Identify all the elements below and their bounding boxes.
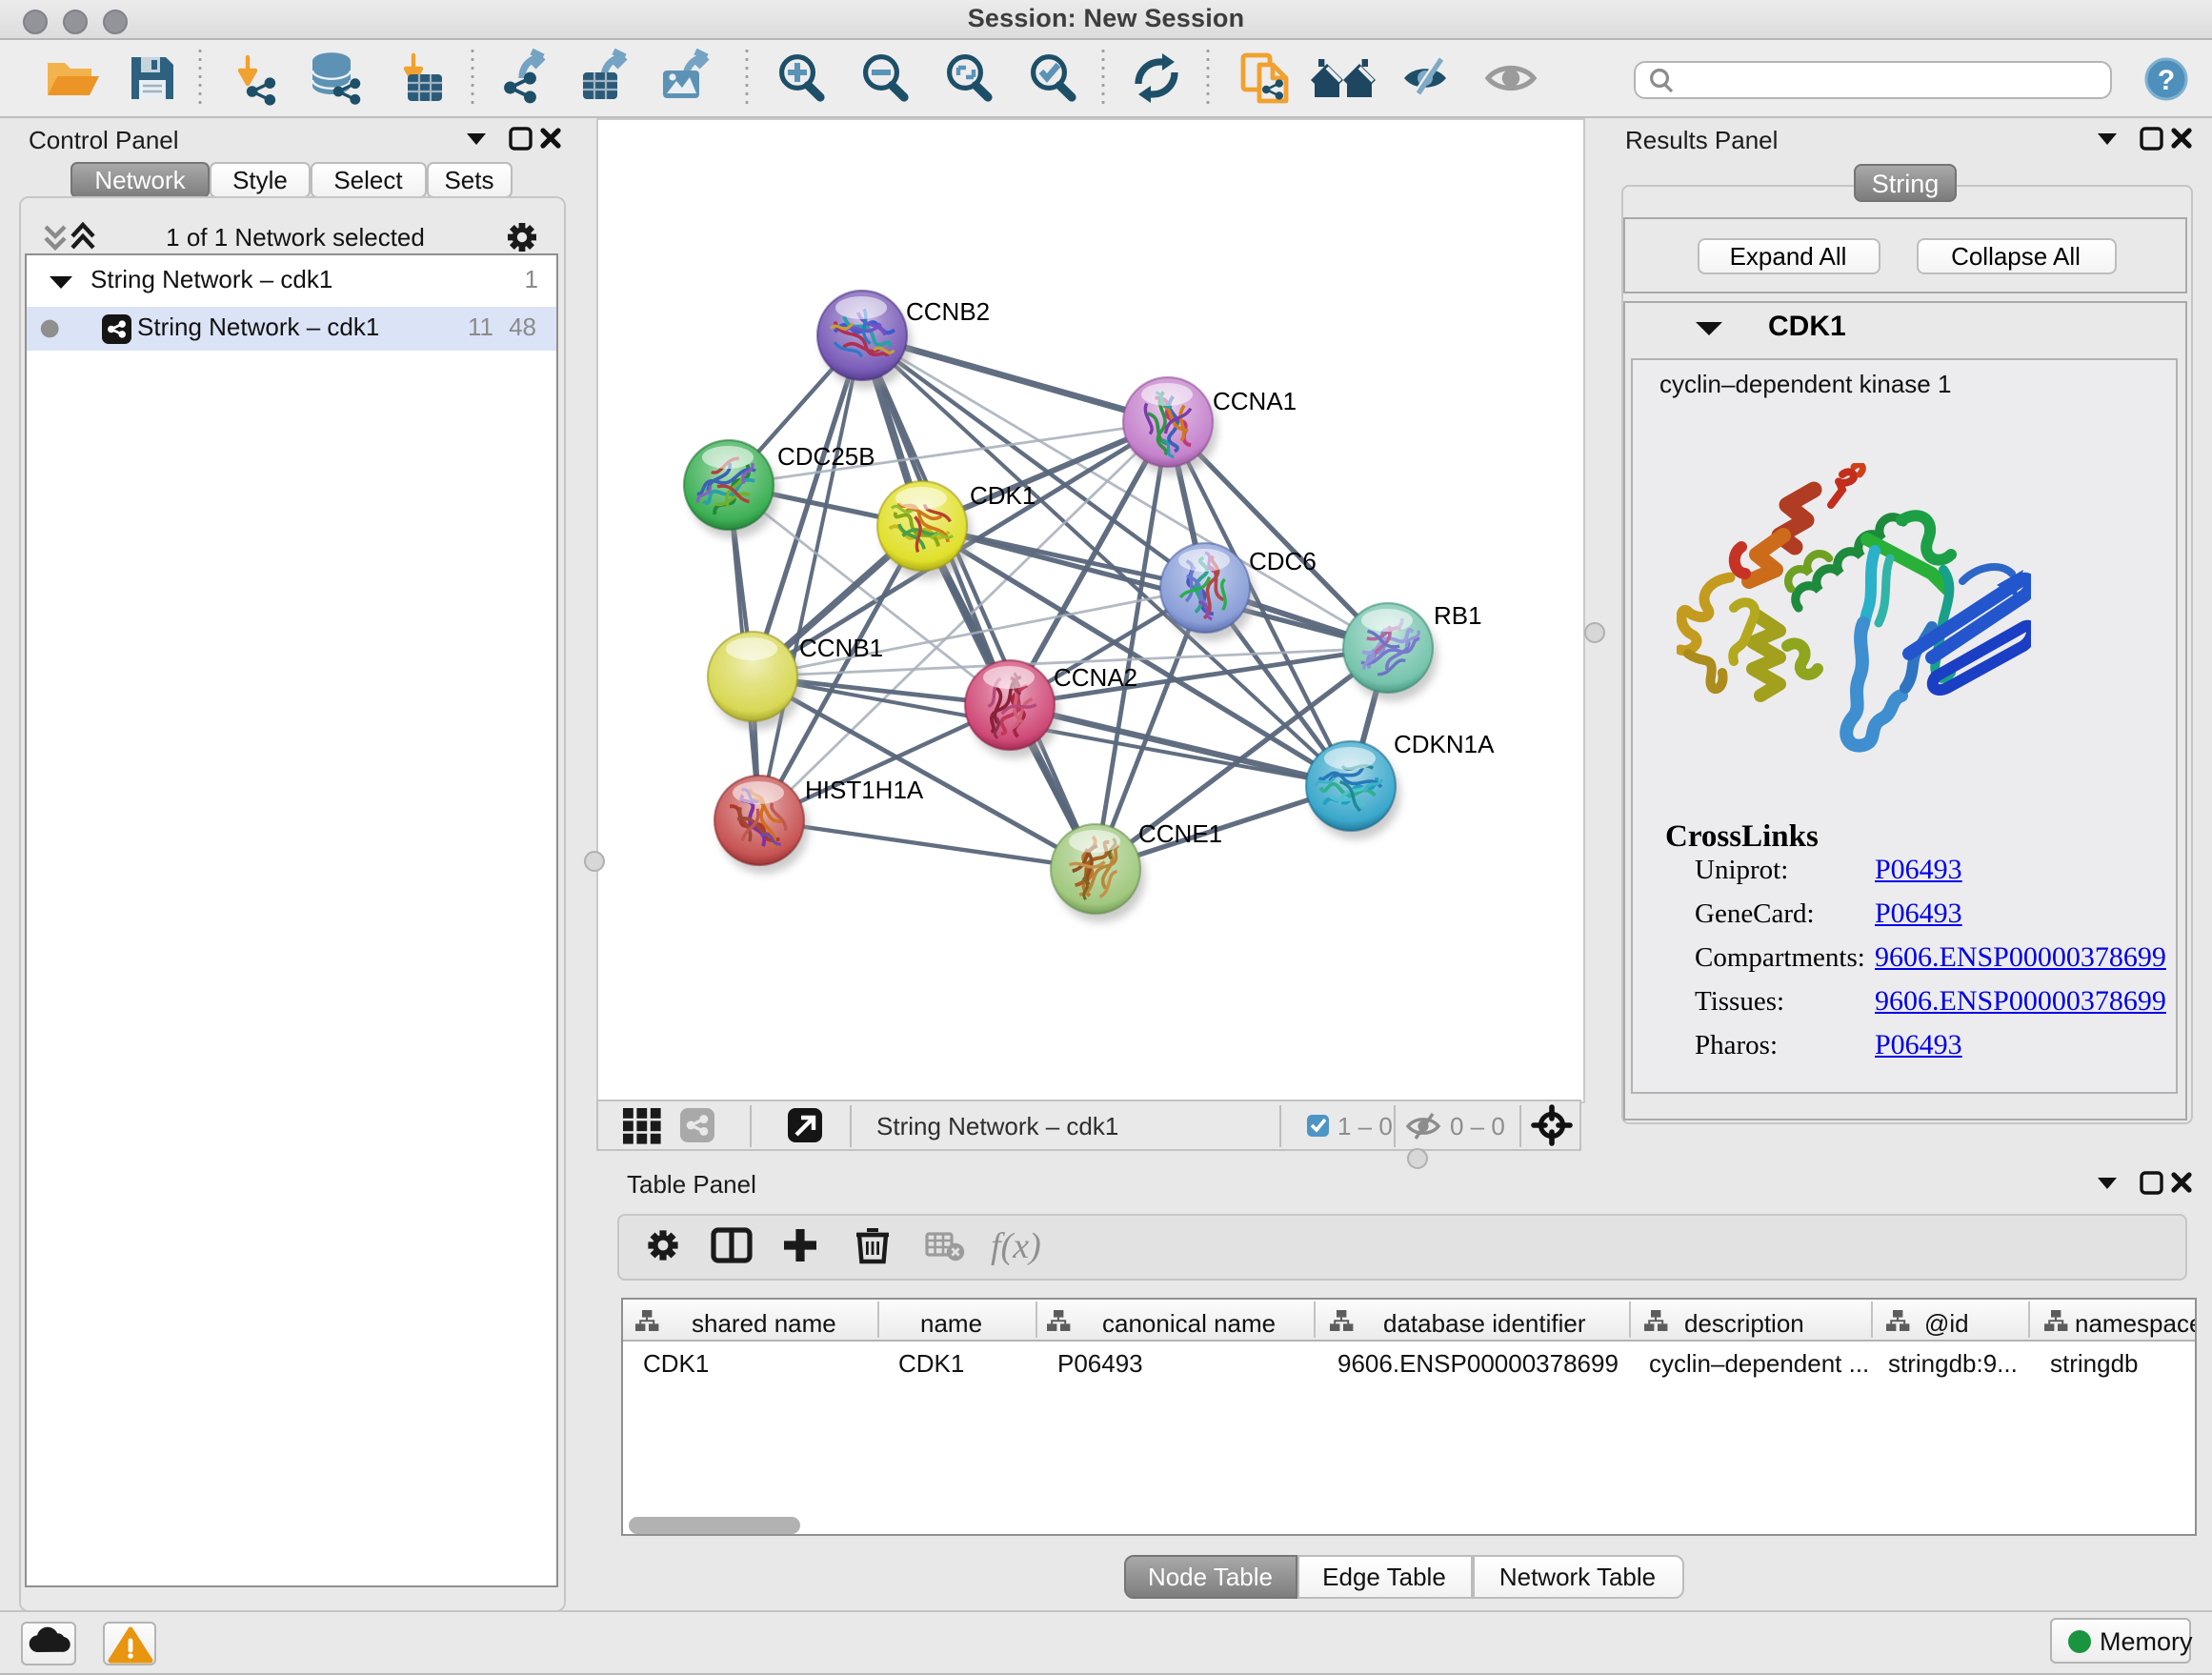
svg-text:1 of 1 Network selected: 1 of 1 Network selected bbox=[165, 223, 424, 252]
svg-text:RB1: RB1 bbox=[1434, 601, 1482, 630]
svg-text:CDC6: CDC6 bbox=[1249, 547, 1317, 575]
svg-text:CDK1: CDK1 bbox=[970, 481, 1036, 510]
svg-text:P06493: P06493 bbox=[1057, 1349, 1143, 1378]
svg-text:@id: @id bbox=[1924, 1309, 1969, 1338]
svg-text:shared name: shared name bbox=[692, 1309, 836, 1338]
svg-text:CCNA2: CCNA2 bbox=[1054, 663, 1137, 692]
svg-text:CDKN1A: CDKN1A bbox=[1394, 730, 1495, 758]
svg-text:f(x): f(x) bbox=[990, 1226, 1040, 1266]
svg-text:9606.ENSP00000378699: 9606.ENSP00000378699 bbox=[1337, 1349, 1619, 1378]
svg-text:CDC25B: CDC25B bbox=[777, 442, 875, 471]
svg-text:cyclin–dependent ...: cyclin–dependent ... bbox=[1649, 1349, 1869, 1378]
svg-text:0 – 0: 0 – 0 bbox=[1450, 1112, 1505, 1140]
svg-text:1 – 0: 1 – 0 bbox=[1337, 1112, 1393, 1140]
svg-text:name: name bbox=[920, 1309, 982, 1338]
svg-text:canonical name: canonical name bbox=[1102, 1309, 1276, 1338]
svg-text:String Network – cdk1: String Network – cdk1 bbox=[876, 1112, 1118, 1140]
svg-text:?: ? bbox=[2158, 65, 2175, 96]
svg-text:stringdb: stringdb bbox=[2050, 1349, 2139, 1378]
svg-text:stringdb:9...: stringdb:9... bbox=[1888, 1349, 2018, 1378]
svg-text:CCNB1: CCNB1 bbox=[799, 634, 883, 662]
svg-text:CCNE1: CCNE1 bbox=[1138, 819, 1222, 848]
svg-text:namespace: namespace bbox=[2075, 1309, 2195, 1338]
svg-text:database identifier: database identifier bbox=[1383, 1309, 1586, 1338]
svg-text:HIST1H1A: HIST1H1A bbox=[805, 776, 924, 804]
svg-text:description: description bbox=[1684, 1309, 1804, 1338]
svg-text:CCNA1: CCNA1 bbox=[1213, 387, 1297, 415]
svg-text:CDK1: CDK1 bbox=[643, 1349, 709, 1378]
svg-text:CCNB2: CCNB2 bbox=[906, 297, 990, 326]
svg-text:CDK1: CDK1 bbox=[898, 1349, 964, 1378]
